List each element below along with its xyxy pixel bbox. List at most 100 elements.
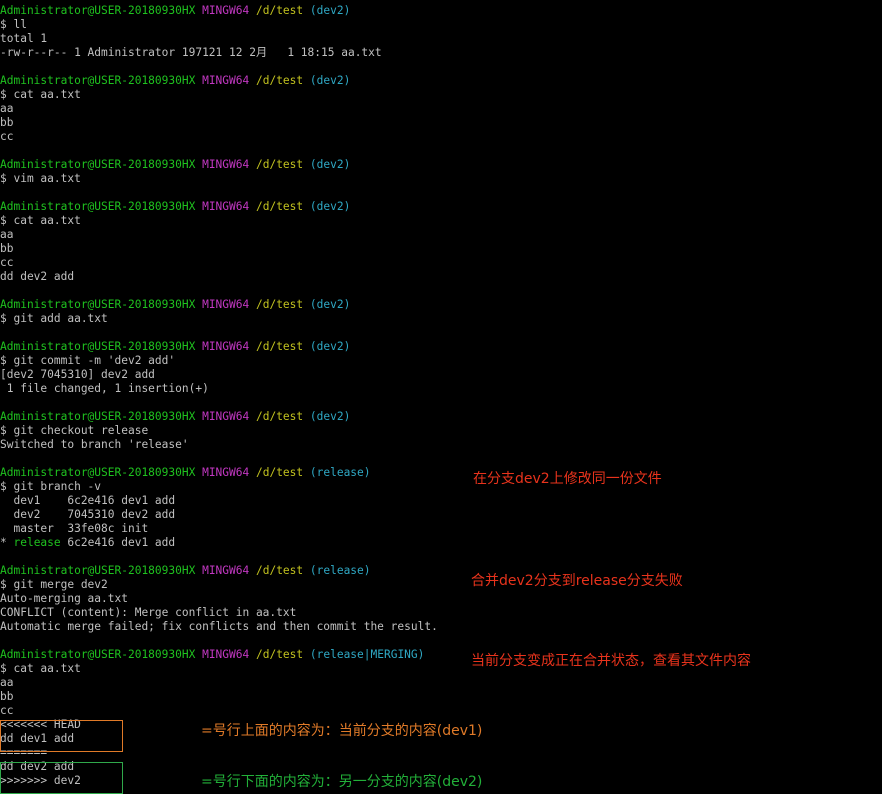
prompt-branch: (dev2) <box>309 410 351 423</box>
output-line: CONFLICT (content): Merge conflict in aa… <box>0 606 297 619</box>
head-conflict-highlight-box <box>0 720 123 752</box>
prompt-user-host: Administrator@USER-20180930HX <box>0 158 196 171</box>
terminal-output[interactable]: Administrator@USER-20180930HX MINGW64 /d… <box>0 4 882 788</box>
output-line: Switched to branch 'release' <box>0 438 189 451</box>
output-line: Auto-merging aa.txt <box>0 592 128 605</box>
output-line: master 33fe08c init <box>0 522 149 535</box>
output-line: $ git branch -v <box>0 480 102 493</box>
prompt-user-host: Administrator@USER-20180930HX <box>0 466 196 479</box>
prompt-system: MINGW64 <box>202 648 250 661</box>
output-line: aa <box>0 676 14 689</box>
output-line: aa <box>0 102 14 115</box>
annotation-below-equals-note: =号行下面的内容为：另一分支的内容(dev2) <box>201 774 483 790</box>
prompt-path: /d/test <box>255 340 304 353</box>
prompt-branch: (dev2) <box>309 158 351 171</box>
prompt-branch: (release|MERGING) <box>309 648 425 661</box>
prompt-system: MINGW64 <box>202 4 250 17</box>
output-line: $ git merge dev2 <box>0 578 108 591</box>
output-line: bb <box>0 690 14 703</box>
prompt-system: MINGW64 <box>202 410 250 423</box>
output-line: dev1 6c2e416 dev1 add <box>0 494 176 507</box>
annotation-merging-state-note: 当前分支变成正在合并状态，查看其文件内容 <box>471 653 751 669</box>
prompt-path: /d/test <box>255 74 304 87</box>
prompt-branch: (release) <box>309 466 371 479</box>
prompt-user-host: Administrator@USER-20180930HX <box>0 564 196 577</box>
prompt-user-host: Administrator@USER-20180930HX <box>0 298 196 311</box>
prompt-user-host: Administrator@USER-20180930HX <box>0 410 196 423</box>
output-line: $ vim aa.txt <box>0 172 81 185</box>
output-line: $ git checkout release <box>0 424 149 437</box>
prompt-line: Administrator@USER-20180930HX MINGW64 /d… <box>0 564 882 578</box>
branch-list-current: * release 6c2e416 dev1 add <box>0 536 882 550</box>
prompt-user-host: Administrator@USER-20180930HX <box>0 648 196 661</box>
prompt-branch: (dev2) <box>309 298 351 311</box>
prompt-line: Administrator@USER-20180930HX MINGW64 /d… <box>0 4 882 18</box>
prompt-branch: (dev2) <box>309 340 351 353</box>
prompt-line: Administrator@USER-20180930HX MINGW64 /d… <box>0 200 882 214</box>
prompt-path: /d/test <box>255 564 304 577</box>
output-line: $ cat aa.txt <box>0 214 81 227</box>
prompt-user-host: Administrator@USER-20180930HX <box>0 4 196 17</box>
prompt-system: MINGW64 <box>202 158 250 171</box>
prompt-line: Administrator@USER-20180930HX MINGW64 /d… <box>0 340 882 354</box>
current-branch-info: 6c2e416 dev1 add <box>60 536 176 549</box>
output-line: dd dev2 add <box>0 270 75 283</box>
prompt-line: Administrator@USER-20180930HX MINGW64 /d… <box>0 410 882 424</box>
output-line: ======= <box>0 746 48 759</box>
output-line: total 1 <box>0 32 48 45</box>
prompt-user-host: Administrator@USER-20180930HX <box>0 340 196 353</box>
prompt-branch: (release) <box>309 564 371 577</box>
output-line: $ git add aa.txt <box>0 312 108 325</box>
output-line: cc <box>0 130 14 143</box>
prompt-path: /d/test <box>255 648 304 661</box>
current-branch-marker: * <box>0 536 14 549</box>
output-line: $ ll <box>0 18 27 31</box>
dev2-conflict-highlight-box <box>0 762 123 794</box>
output-line: 1 file changed, 1 insertion(+) <box>0 382 209 395</box>
prompt-line: Administrator@USER-20180930HX MINGW64 /d… <box>0 74 882 88</box>
prompt-system: MINGW64 <box>202 466 250 479</box>
prompt-system: MINGW64 <box>202 200 250 213</box>
prompt-path: /d/test <box>255 410 304 423</box>
output-line: [dev2 7045310] dev2 add <box>0 368 155 381</box>
annotation-above-equals-note: =号行上面的内容为：当前分支的内容(dev1) <box>201 723 483 739</box>
prompt-system: MINGW64 <box>202 74 250 87</box>
output-line: Automatic merge failed; fix conflicts an… <box>0 620 438 633</box>
output-line: dev2 7045310 dev2 add <box>0 508 176 521</box>
prompt-path: /d/test <box>255 158 304 171</box>
output-line: bb <box>0 116 14 129</box>
prompt-user-host: Administrator@USER-20180930HX <box>0 74 196 87</box>
prompt-system: MINGW64 <box>202 340 250 353</box>
current-branch-name: release <box>13 536 61 549</box>
output-line: -rw-r--r-- 1 Administrator 197121 12 2月 … <box>0 46 382 59</box>
output-line: cc <box>0 256 14 269</box>
prompt-line: Administrator@USER-20180930HX MINGW64 /d… <box>0 158 882 172</box>
prompt-branch: (dev2) <box>309 74 351 87</box>
annotation-modify-note: 在分支dev2上修改同一份文件 <box>473 471 662 487</box>
annotation-merge-fail-note: 合并dev2分支到release分支失败 <box>471 573 683 589</box>
output-line: $ cat aa.txt <box>0 88 81 101</box>
prompt-path: /d/test <box>255 4 304 17</box>
prompt-user-host: Administrator@USER-20180930HX <box>0 200 196 213</box>
prompt-system: MINGW64 <box>202 298 250 311</box>
prompt-path: /d/test <box>255 200 304 213</box>
prompt-line: Administrator@USER-20180930HX MINGW64 /d… <box>0 466 882 480</box>
output-line: $ git commit -m 'dev2 add' <box>0 354 176 367</box>
prompt-line: Administrator@USER-20180930HX MINGW64 /d… <box>0 298 882 312</box>
prompt-branch: (dev2) <box>309 4 351 17</box>
prompt-branch: (dev2) <box>309 200 351 213</box>
output-line: bb <box>0 242 14 255</box>
prompt-path: /d/test <box>255 298 304 311</box>
prompt-path: /d/test <box>255 466 304 479</box>
output-line: aa <box>0 228 14 241</box>
prompt-system: MINGW64 <box>202 564 250 577</box>
